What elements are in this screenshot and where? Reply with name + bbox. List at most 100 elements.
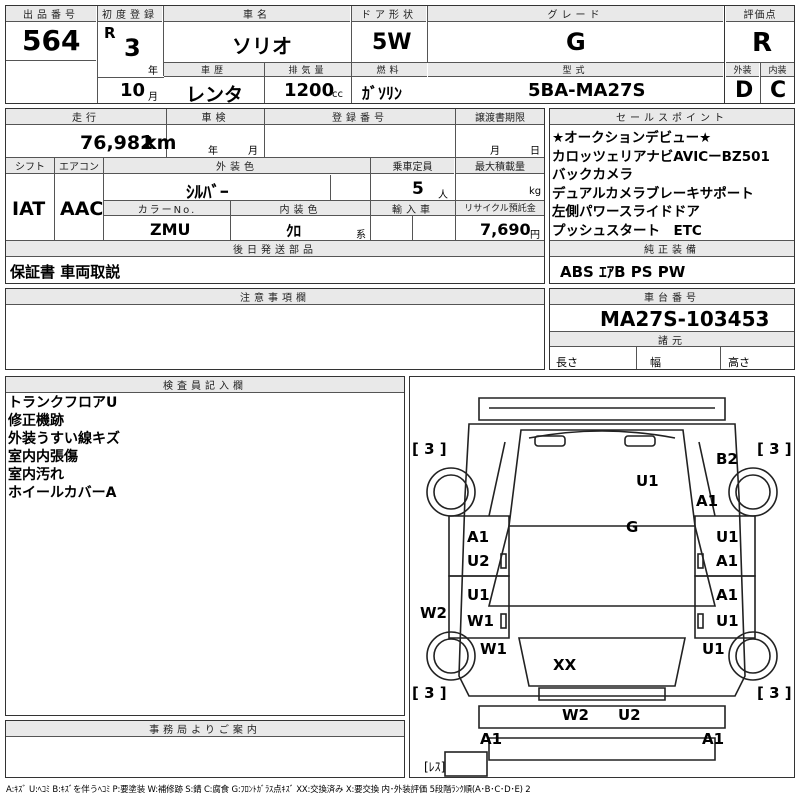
inspector-notes-list: トランクフロアU 修正機跡 外装うすい線キズ 室内内張傷 室内汚れ ホイールカバーA bbox=[8, 394, 398, 502]
mileage-header: 走行 bbox=[6, 109, 166, 125]
damage-u1-right-front-door: U1 bbox=[716, 528, 739, 546]
damage-g-windshield: G bbox=[626, 518, 639, 536]
inspector-note-item: 室内内張傷 bbox=[8, 449, 78, 465]
transfer-day-unit: 日 bbox=[530, 146, 540, 157]
color-no-value: ZMU bbox=[150, 220, 191, 239]
spare-tire-label: [ﾚｽ] bbox=[424, 760, 446, 774]
displacement-unit: cc bbox=[332, 89, 343, 100]
exterior-header: 外装 bbox=[726, 63, 759, 77]
damage-b2: B2 bbox=[716, 450, 738, 468]
aircon-value: AAC bbox=[60, 198, 104, 220]
capacity-unit: 人 bbox=[438, 190, 448, 201]
model-type-value: 5BA-MA27S bbox=[528, 80, 646, 101]
door-value: 5W bbox=[372, 30, 412, 55]
sales-point-item: ★オークションデビュー★ bbox=[552, 130, 712, 146]
door-header: ドア形状 bbox=[352, 6, 426, 22]
displacement-value: 1200 bbox=[284, 80, 335, 101]
inspection-month-unit: 月 bbox=[248, 146, 258, 157]
damage-w2-left: W2 bbox=[420, 604, 447, 622]
damage-xx-rear: XX bbox=[553, 656, 577, 674]
damage-legend: A:ｷｽﾞ U:ﾍｺﾐ B:ｷｽﾞを伴うﾍｺﾐ P:要塗装 W:補修跡 S:錆 … bbox=[6, 785, 531, 795]
grade-header: グレード bbox=[428, 6, 723, 22]
import-header: 輸入車 bbox=[371, 201, 455, 216]
inspector-note-item: 外装うすい線キズ bbox=[8, 431, 120, 447]
damage-a1-right-front-door: A1 bbox=[716, 552, 739, 570]
sales-point-item: バックカメラ bbox=[552, 167, 633, 183]
max-load-header: 最大積載量 bbox=[456, 158, 544, 174]
month-value: 10 bbox=[120, 80, 146, 101]
tire-rear-left-label: [ 3 ] bbox=[412, 684, 447, 702]
fuel-value: ｶﾞｿﾘﾝ bbox=[362, 84, 403, 103]
displacement-header: 排気量 bbox=[265, 63, 351, 77]
inspection-year-unit: 年 bbox=[208, 146, 218, 157]
capacity-value: 5 bbox=[412, 179, 424, 199]
height-label: 高さ bbox=[728, 356, 750, 369]
sales-point-item: プッシュスタート ETC bbox=[552, 222, 702, 239]
lot-no-value: 564 bbox=[22, 24, 81, 57]
year-value: 3 bbox=[124, 34, 141, 62]
recycle-value: 7,690 bbox=[480, 220, 531, 239]
color-header: 外装色 bbox=[104, 158, 370, 174]
max-load-unit: kg bbox=[529, 186, 542, 197]
reg-no-header: 登録番号 bbox=[265, 109, 455, 125]
chassis-no-value: MA27S-103453 bbox=[600, 307, 770, 331]
mileage-value: 76,982 bbox=[80, 132, 154, 154]
damage-a1-left-front-door: A1 bbox=[467, 528, 490, 546]
inspector-header: 検査員記入欄 bbox=[6, 377, 404, 393]
history-header: 車歴 bbox=[164, 63, 264, 77]
inspection-header: 車検 bbox=[167, 109, 264, 125]
int-color-unit: 系 bbox=[356, 230, 366, 241]
sales-point-item: カロッツェリアナビAVICーBZ501 bbox=[552, 148, 770, 165]
damage-w2-rear-bumper: W2 bbox=[562, 706, 589, 724]
later-parts-header: 後日発送部品 bbox=[6, 241, 544, 257]
later-parts-value: 保証書 車両取説 bbox=[10, 263, 121, 281]
damage-u1-right-rear-door: U1 bbox=[716, 612, 739, 630]
int-color-value: ｸﾛ bbox=[286, 222, 302, 240]
color-no-header: カラーNo. bbox=[104, 201, 230, 216]
damage-a1-bottom-right: A1 bbox=[702, 730, 725, 748]
model-type-header: 型式 bbox=[428, 63, 723, 77]
int-color-header: 内装色 bbox=[231, 201, 370, 216]
lot-no-header: 出品番号 bbox=[6, 6, 96, 22]
shift-header: シフト bbox=[6, 158, 54, 174]
chassis-no-header: 車台番号 bbox=[550, 289, 794, 305]
damage-u1-right-rear: U1 bbox=[702, 640, 725, 658]
tire-front-right-label: [ 3 ] bbox=[757, 440, 792, 458]
transfer-month-unit: 月 bbox=[490, 146, 500, 157]
damage-a1-bottom-left: A1 bbox=[480, 730, 503, 748]
width-label: 幅 bbox=[650, 356, 661, 369]
damage-u2-rear-bumper: U2 bbox=[618, 706, 641, 724]
mileage-unit: km bbox=[144, 132, 177, 154]
capacity-header: 乗車定員 bbox=[371, 158, 454, 174]
damage-a1-right-rear-door: A1 bbox=[716, 586, 739, 604]
length-label: 長さ bbox=[556, 356, 578, 369]
damage-u1-roof: U1 bbox=[636, 472, 659, 490]
shift-value: IAT bbox=[12, 198, 46, 220]
damage-w1-left-rear-door: W1 bbox=[467, 612, 494, 630]
interior-grade-value: C bbox=[770, 78, 787, 103]
inspector-note-item: ホイールカバーA bbox=[8, 485, 117, 501]
grade-value: G bbox=[566, 28, 586, 56]
interior-header: 内装 bbox=[761, 63, 794, 77]
car-name-value: ソリオ bbox=[232, 34, 292, 58]
inspector-note-item: 室内汚れ bbox=[8, 467, 64, 483]
month-unit: 月 bbox=[148, 92, 158, 103]
std-equipment-value: ABS ｴｱB PS PW bbox=[560, 263, 686, 281]
year-unit: 年 bbox=[148, 66, 158, 77]
fuel-header: 燃料 bbox=[352, 63, 427, 77]
damage-u2-left-front-door: U2 bbox=[467, 552, 490, 570]
aircon-header: エアコン bbox=[55, 158, 103, 174]
car-outline-drawing bbox=[426, 397, 778, 777]
score-header: 評価点 bbox=[726, 6, 794, 22]
damage-a1-right-front: A1 bbox=[696, 492, 719, 510]
car-name-header: 車名 bbox=[164, 6, 350, 22]
recycle-header: リサイクル預託金 bbox=[456, 201, 544, 216]
damage-w1-left-rear: W1 bbox=[480, 640, 507, 658]
recycle-unit: 円 bbox=[530, 230, 540, 241]
sales-point-item: 左側パワースライドドア bbox=[552, 204, 700, 220]
tire-rear-right-label: [ 3 ] bbox=[757, 684, 792, 702]
office-header: 事務局よりご案内 bbox=[6, 721, 404, 737]
sales-points-list: ★オークションデビュー★ カロッツェリアナビAVICーBZ501 バックカメラ デュア… bbox=[552, 129, 794, 240]
sales-point-header: セールスポイント bbox=[550, 109, 794, 125]
exterior-grade-value: D bbox=[735, 78, 754, 103]
